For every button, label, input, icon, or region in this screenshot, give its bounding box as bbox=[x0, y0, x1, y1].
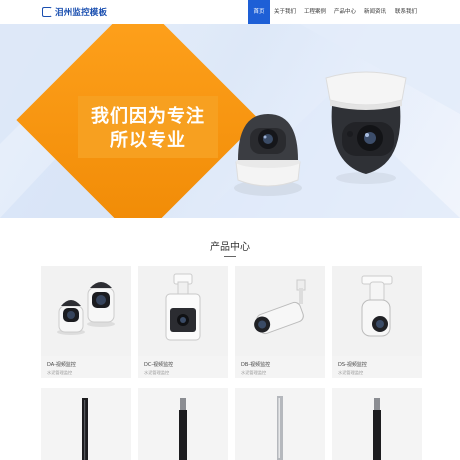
product-subtitle: 水泥管理监控 bbox=[47, 370, 73, 375]
slogan-line-1: 我们因为专注 bbox=[91, 106, 205, 127]
nav-item-cases[interactable]: 工程案例 bbox=[300, 0, 330, 24]
product-image-ds bbox=[332, 266, 422, 356]
product-image-da bbox=[41, 266, 131, 356]
hero-banner[interactable]: 我们因为专注 所以专业 bbox=[0, 24, 460, 218]
product-subtitle: 水泥管理监控 bbox=[241, 370, 267, 375]
nav-item-about[interactable]: 关于我们 bbox=[270, 0, 300, 24]
logo-text: 泪州监控模板 bbox=[55, 8, 108, 18]
product-subtitle: 水泥管理监控 bbox=[144, 370, 170, 375]
product-card-pole-2[interactable] bbox=[138, 388, 228, 460]
product-card-db[interactable]: DB-视频监控 水泥管理监控 bbox=[235, 266, 325, 378]
product-image-dc bbox=[138, 266, 228, 356]
product-subtitle: 水泥管理监控 bbox=[338, 370, 364, 375]
product-title: DB-视频监控 bbox=[241, 362, 271, 368]
dome-camera-large-image bbox=[325, 71, 407, 184]
nav-item-home[interactable]: 首页 bbox=[248, 0, 270, 24]
dome-camera-small-image bbox=[234, 114, 302, 196]
product-title: DA-视频监控 bbox=[47, 362, 76, 368]
product-card-da[interactable]: DA-视频监控 水泥管理监控 bbox=[41, 266, 131, 378]
nav-item-contact[interactable]: 联系我们 bbox=[390, 0, 422, 24]
product-card-pole-1[interactable] bbox=[41, 388, 131, 460]
product-card-pole-3[interactable] bbox=[235, 388, 325, 460]
title-underline bbox=[224, 256, 236, 257]
main-nav: 首页 关于我们 工程案例 产品中心 新闻资讯 联系我们 bbox=[248, 0, 422, 24]
product-title: DC-视频监控 bbox=[144, 362, 174, 368]
nav-item-news[interactable]: 新闻资讯 bbox=[360, 0, 390, 24]
product-card-ds[interactable]: DS-视频监控 水泥管理监控 bbox=[332, 266, 422, 378]
product-image-db bbox=[235, 266, 325, 356]
site-logo[interactable]: 泪州监控模板 bbox=[42, 6, 107, 18]
slogan-box: 我们因为专注 所以专业 bbox=[78, 96, 218, 158]
products-section-title: 产品中心 bbox=[210, 242, 250, 253]
top-header: 泪州监控模板 首页 关于我们 工程案例 产品中心 新闻资讯 联系我们 bbox=[0, 0, 460, 24]
product-title: DS-视频监控 bbox=[338, 362, 367, 368]
product-card-dc[interactable]: DC-视频监控 水泥管理监控 bbox=[138, 266, 228, 378]
slogan-line-2: 所以专业 bbox=[110, 130, 186, 151]
product-card-pole-4[interactable] bbox=[332, 388, 422, 460]
logo-icon bbox=[42, 7, 52, 17]
nav-item-products[interactable]: 产品中心 bbox=[330, 0, 360, 24]
